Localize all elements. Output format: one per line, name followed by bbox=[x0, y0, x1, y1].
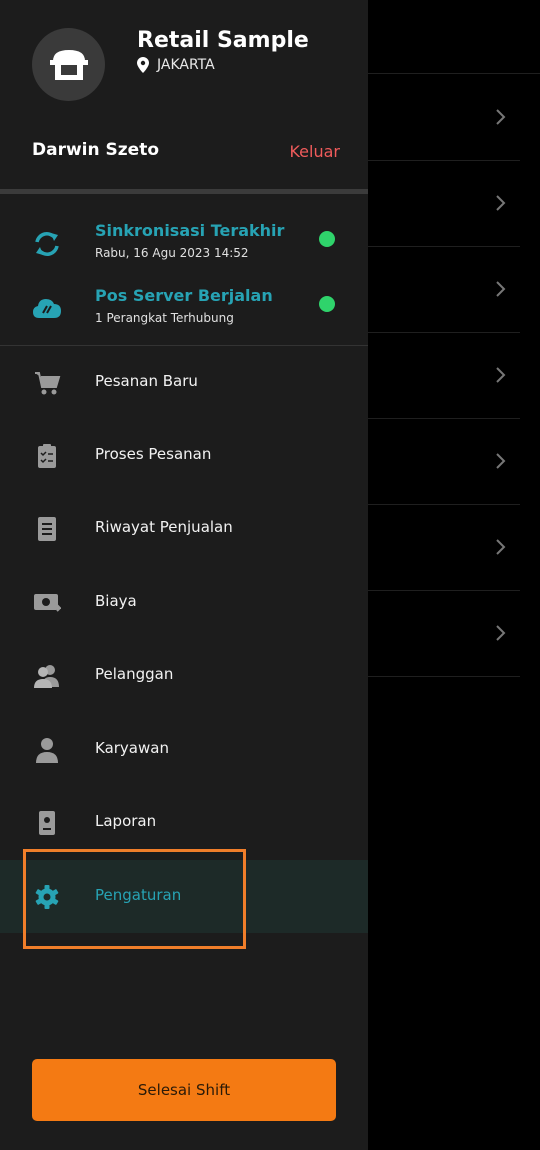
list-item[interactable] bbox=[368, 246, 520, 333]
chevron-right-icon bbox=[496, 195, 506, 211]
server-status-title: Pos Server Berjalan bbox=[95, 286, 273, 305]
menu-item-pesanan-baru[interactable]: Pesanan Baru bbox=[0, 346, 368, 419]
user-name: Darwin Szeto bbox=[32, 140, 159, 160]
end-shift-button[interactable]: Selesai Shift bbox=[32, 1059, 336, 1121]
person-icon bbox=[36, 738, 58, 763]
chevron-right-icon bbox=[496, 625, 506, 641]
money-icon bbox=[34, 594, 61, 612]
location-pin-icon bbox=[137, 57, 149, 73]
list-item[interactable] bbox=[368, 332, 520, 419]
status-dot bbox=[319, 231, 335, 247]
menu-item-label: Pesanan Baru bbox=[95, 372, 198, 390]
menu-item-label: Laporan bbox=[95, 812, 157, 830]
menu-item-biaya[interactable]: Biaya bbox=[0, 566, 368, 639]
list-item[interactable] bbox=[368, 590, 520, 677]
server-status-subtitle: 1 Perangkat Terhubung bbox=[95, 311, 234, 325]
store-icon bbox=[49, 49, 88, 80]
logout-button[interactable]: Keluar bbox=[289, 142, 340, 161]
cart-icon bbox=[35, 372, 61, 395]
sync-status-title: Sinkronisasi Terakhir bbox=[95, 221, 285, 240]
menu-item-karyawan[interactable]: Karyawan bbox=[0, 713, 368, 786]
menu-item-pelanggan[interactable]: Pelanggan bbox=[0, 639, 368, 712]
highlight-box bbox=[23, 849, 246, 949]
menu-item-label: Pelanggan bbox=[95, 665, 174, 683]
menu-item-label: Proses Pesanan bbox=[95, 445, 212, 463]
chevron-right-icon bbox=[496, 109, 506, 125]
divider bbox=[0, 189, 368, 194]
status-dot bbox=[319, 296, 335, 312]
sync-status-subtitle: Rabu, 16 Agu 2023 14:52 bbox=[95, 246, 249, 260]
menu-item-label: Biaya bbox=[95, 592, 137, 610]
store-location-label: JAKARTA bbox=[157, 57, 215, 73]
list-item[interactable] bbox=[368, 74, 520, 161]
chevron-right-icon bbox=[496, 367, 506, 383]
list-item[interactable] bbox=[368, 160, 520, 247]
store-location: JAKARTA bbox=[137, 57, 215, 73]
document-icon bbox=[38, 517, 56, 541]
report-icon bbox=[39, 811, 55, 835]
sync-icon bbox=[35, 232, 59, 256]
chevron-right-icon bbox=[496, 281, 506, 297]
chevron-right-icon bbox=[496, 539, 506, 555]
menu-item-label: Karyawan bbox=[95, 739, 169, 757]
cloud-server-icon bbox=[33, 299, 61, 318]
users-icon bbox=[34, 665, 59, 688]
menu-item-label: Riwayat Penjualan bbox=[95, 518, 233, 536]
server-status: Pos Server Berjalan 1 Perangkat Terhubun… bbox=[0, 286, 368, 342]
navigation-drawer: Retail Sample JAKARTA Darwin Szeto Kelua… bbox=[0, 0, 368, 1150]
list-item[interactable] bbox=[368, 504, 520, 591]
store-name: Retail Sample bbox=[137, 28, 309, 53]
list-item[interactable] bbox=[368, 418, 520, 505]
clipboard-icon bbox=[38, 444, 56, 468]
sync-status: Sinkronisasi Terakhir Rabu, 16 Agu 2023 … bbox=[0, 221, 368, 277]
chevron-right-icon bbox=[496, 453, 506, 469]
store-avatar bbox=[32, 28, 105, 101]
menu-item-proses-pesanan[interactable]: Proses Pesanan bbox=[0, 419, 368, 492]
menu-item-riwayat-penjualan[interactable]: Riwayat Penjualan bbox=[0, 492, 368, 565]
